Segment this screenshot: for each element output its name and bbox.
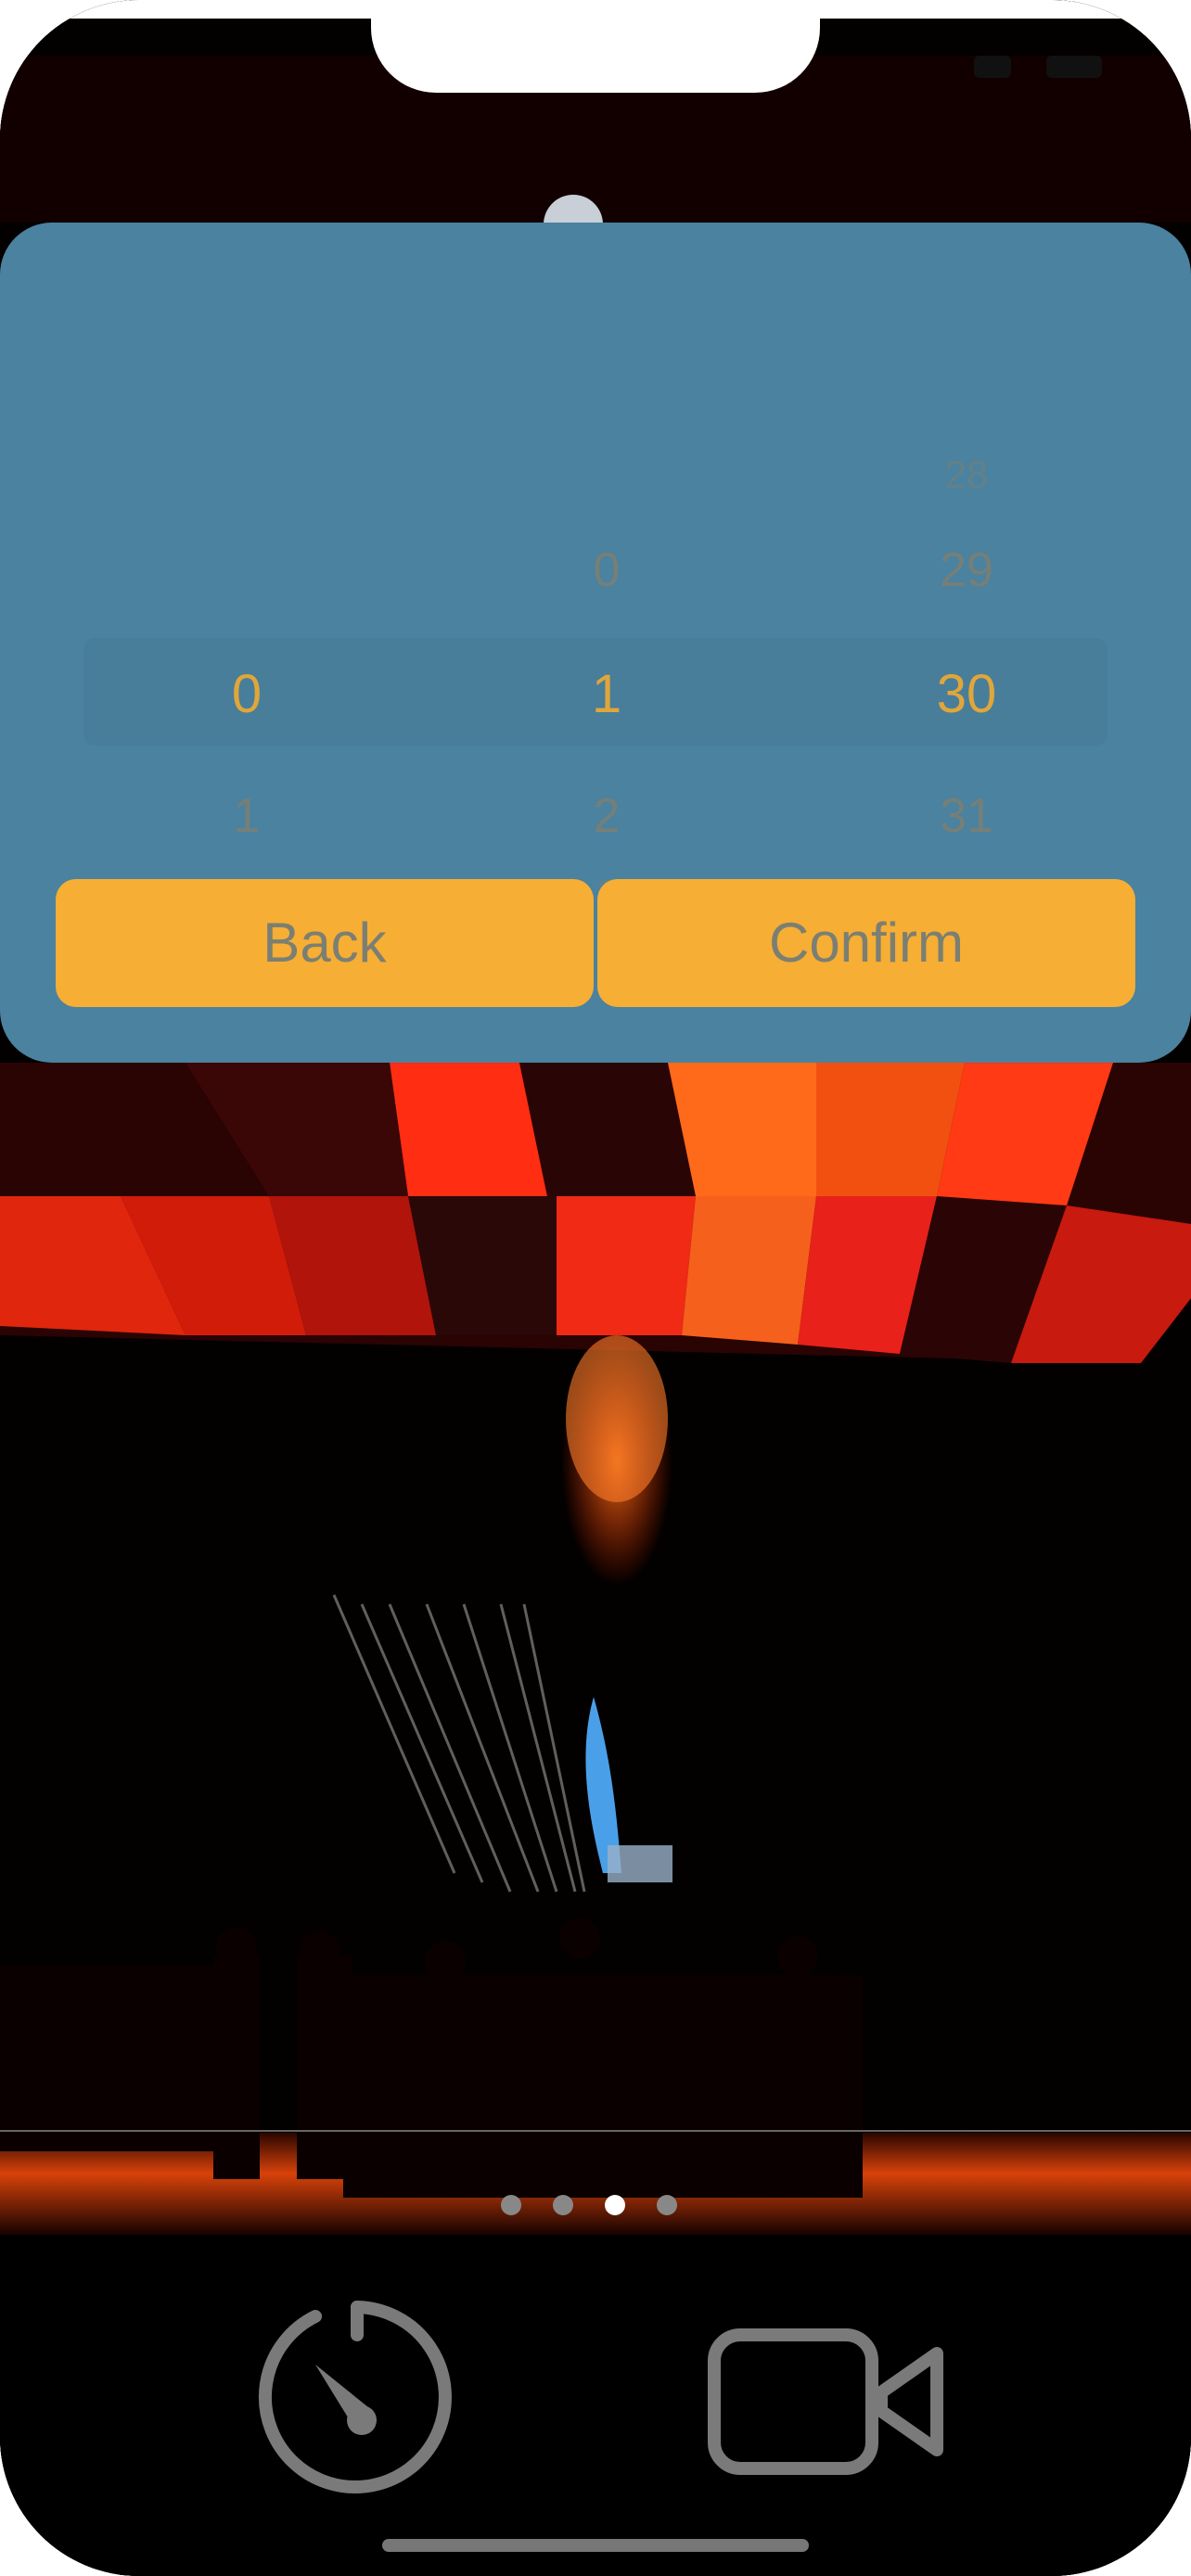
page-dot[interactable] [657,2195,677,2215]
picker-value: 31 [940,789,993,843]
divider [0,2130,1191,2132]
camera-notch [371,0,820,93]
phone-screen: 0 1 2 0 1 2 3 28 29 30 31 32 Back Confir… [0,0,1191,2576]
page-dot-active[interactable] [605,2195,625,2215]
status-bar-left [0,0,371,19]
page-dot[interactable] [553,2195,573,2215]
picker-value: 29 [940,543,993,597]
timer-icon[interactable] [250,2290,464,2504]
page-indicator[interactable] [501,2195,705,2217]
picker-value: 0 [593,543,621,597]
picker-value: 28 [944,453,989,496]
picker-value: 2 [593,789,621,843]
picker-selected-value: 30 [936,664,997,724]
back-button[interactable]: Back [56,879,594,1007]
picker-selected-value: 0 [231,664,263,724]
page-dot[interactable] [501,2195,521,2215]
picker-selected-value: 1 [591,664,622,724]
status-bar-right [820,0,1191,19]
confirm-button[interactable]: Confirm [597,879,1135,1007]
time-picker-sheet: 0 1 2 0 1 2 3 28 29 30 31 32 Back Confir… [0,223,1191,1063]
home-indicator[interactable] [382,2539,809,2552]
battery-icon [1046,56,1102,78]
picker-value: 1 [233,789,261,843]
video-camera-icon[interactable] [707,2327,948,2476]
wifi-icon [974,56,1011,78]
